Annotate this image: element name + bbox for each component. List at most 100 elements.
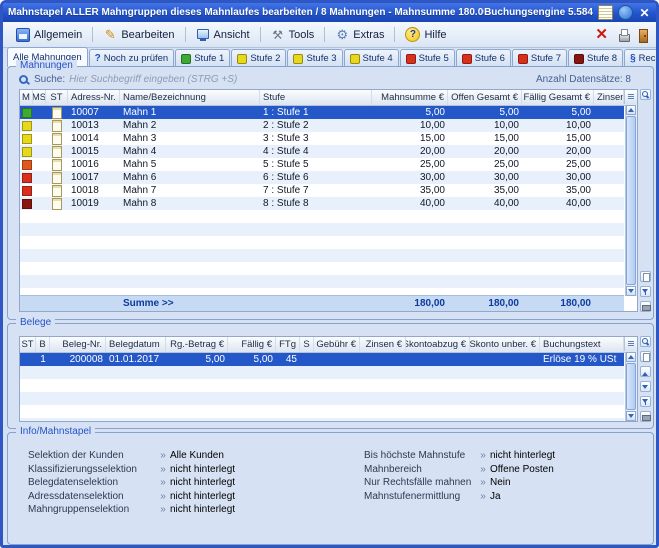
column-header[interactable]: Rg.-Betrag € — [166, 337, 228, 352]
cell — [406, 392, 470, 405]
bearbeiten-icon — [103, 28, 117, 42]
print-icon[interactable] — [640, 411, 651, 422]
column-header[interactable]: ST — [20, 337, 36, 352]
mahnung-row[interactable]: 10017Mahn 66 : Stufe 630,0030,0030,00 — [20, 171, 624, 184]
column-header[interactable]: ST — [46, 90, 68, 105]
move-down-icon[interactable] — [640, 381, 651, 392]
filter-icon[interactable] — [640, 286, 651, 297]
vertical-scrollbar[interactable] — [625, 352, 637, 421]
column-header[interactable]: Mahnsumme € — [372, 90, 448, 105]
column-options-icon[interactable] — [624, 337, 637, 351]
tab-stufe-3[interactable]: Stufe 3 — [287, 49, 342, 67]
cell — [360, 353, 406, 366]
scroll-up-icon[interactable] — [626, 352, 636, 362]
print-icon[interactable] — [640, 301, 651, 312]
column-header[interactable]: Name/Bezeichnung — [120, 90, 260, 105]
mahnung-row[interactable]: 10016Mahn 55 : Stufe 525,0025,0025,00 — [20, 158, 624, 171]
tab-stufe-1[interactable]: Stufe 1 — [175, 49, 230, 67]
filter-icon[interactable] — [640, 396, 651, 407]
search-input[interactable]: Hier Suchbegriff eingeben (STRG +S) — [69, 74, 237, 85]
mahnung-row[interactable]: 10014Mahn 33 : Stufe 315,0015,0015,00 — [20, 132, 624, 145]
vertical-scrollbar[interactable] — [625, 105, 637, 296]
toolbar-button-hilfe[interactable]: Hilfe — [398, 25, 453, 44]
column-header[interactable]: MS — [33, 90, 46, 105]
abort-icon[interactable]: ✕ — [589, 27, 614, 42]
tab-stufe-2[interactable]: Stufe 2 — [231, 49, 286, 67]
toolbar-separator — [260, 27, 261, 42]
cell — [314, 418, 360, 421]
cell: Mahn 8 — [120, 197, 260, 210]
column-header[interactable]: Beleg-Nr. — [50, 337, 106, 352]
cell — [20, 132, 33, 145]
scroll-thumb[interactable] — [626, 116, 636, 285]
close-icon[interactable]: ✕ — [638, 6, 651, 19]
document-icon — [52, 146, 62, 158]
column-header[interactable]: Zinsen — [594, 90, 624, 105]
stufe-color-icon — [293, 54, 303, 64]
separator: » — [476, 477, 490, 488]
mahnung-row[interactable]: 10007Mahn 11 : Stufe 15,005,005,00 — [20, 106, 624, 119]
column-header[interactable]: B — [36, 337, 50, 352]
tab-stufe-8[interactable]: Stufe 8 — [568, 49, 623, 67]
scroll-thumb[interactable] — [626, 363, 636, 410]
belege-table-header: STBBeleg-Nr.BelegdatumRg.-Betrag €Fällig… — [20, 337, 637, 353]
tab-stufe-7[interactable]: Stufe 7 — [512, 49, 567, 67]
cell: 5 : Stufe 5 — [260, 158, 372, 171]
column-header[interactable]: FTg — [276, 337, 300, 352]
tab-stufe-6[interactable]: Stufe 6 — [456, 49, 511, 67]
column-header[interactable]: Offen Gesamt € — [448, 90, 522, 105]
zoom-icon[interactable] — [640, 89, 651, 100]
column-header[interactable]: Belegdatum — [106, 337, 166, 352]
column-header[interactable]: Fällig Gesamt € — [522, 90, 594, 105]
info-value: nicht hinterlegt — [170, 464, 235, 475]
toolbar-button-bearbeiten[interactable]: Bearbeiten — [96, 26, 181, 44]
tab-stufe-4[interactable]: Stufe 4 — [344, 49, 399, 67]
scroll-up-icon[interactable] — [626, 105, 636, 115]
toolbar-button-tools[interactable]: Tools — [264, 26, 322, 44]
cell: 10018 — [68, 184, 120, 197]
document-icon — [52, 198, 62, 210]
tools-icon — [271, 28, 285, 42]
tab-label: Stufe 1 — [194, 53, 224, 64]
scroll-down-icon[interactable] — [626, 411, 636, 421]
column-options-icon[interactable] — [624, 90, 637, 104]
info-icon[interactable] — [618, 5, 633, 20]
cell: 40,00 — [522, 197, 594, 210]
move-up-icon[interactable] — [640, 366, 651, 377]
notes-icon[interactable] — [598, 5, 613, 20]
column-header[interactable]: Gebühr € — [314, 337, 360, 352]
column-header[interactable]: S — [300, 337, 314, 352]
document-icon[interactable] — [640, 351, 651, 362]
document-icon[interactable] — [640, 271, 651, 282]
printer-icon[interactable] — [617, 28, 632, 42]
tab-rechtsfaelle[interactable]: §Rechtsfälle — [624, 49, 659, 67]
mahnungen-table-body: 10007Mahn 11 : Stufe 15,005,005,0010013M… — [20, 106, 637, 295]
mahnung-row[interactable]: 10018Mahn 77 : Stufe 735,0035,0035,00 — [20, 184, 624, 197]
cell — [314, 405, 360, 418]
cell — [68, 210, 120, 223]
exit-icon[interactable] — [635, 28, 650, 42]
column-header[interactable]: Skontoabzug € — [406, 337, 470, 352]
mahnung-row[interactable]: 10015Mahn 44 : Stufe 420,0020,0020,00 — [20, 145, 624, 158]
column-header[interactable]: Adress-Nr. — [68, 90, 120, 105]
column-header[interactable]: Fällig € — [228, 337, 276, 352]
mahnung-row[interactable]: 10013Mahn 22 : Stufe 210,0010,0010,00 — [20, 119, 624, 132]
scroll-down-icon[interactable] — [626, 286, 636, 296]
mahnung-row[interactable]: 10019Mahn 88 : Stufe 840,0040,0040,00 — [20, 197, 624, 210]
beleg-row[interactable]: 120000801.01.20175,005,0045Erlöse 19 % U… — [20, 353, 624, 366]
cell — [372, 236, 448, 249]
toolbar-button-extras[interactable]: Extras — [328, 26, 391, 44]
cell — [166, 418, 228, 421]
tab-stufe-5[interactable]: Stufe 5 — [400, 49, 455, 67]
cell — [448, 262, 522, 275]
column-header[interactable]: Skonto unber. € — [470, 337, 540, 352]
column-header[interactable]: Buchungstext — [540, 337, 624, 352]
toolbar-button-ansicht[interactable]: Ansicht — [189, 26, 257, 44]
tab-noch-zu-pruefen[interactable]: ?Noch zu prüfen — [89, 49, 175, 67]
cell: 5,00 — [448, 106, 522, 119]
column-header[interactable]: Zinsen € — [360, 337, 406, 352]
zoom-icon[interactable] — [640, 336, 651, 347]
column-header[interactable]: M — [20, 90, 33, 105]
column-header[interactable]: Stufe — [260, 90, 372, 105]
toolbar-button-allgemein[interactable]: Allgemein — [9, 26, 89, 44]
